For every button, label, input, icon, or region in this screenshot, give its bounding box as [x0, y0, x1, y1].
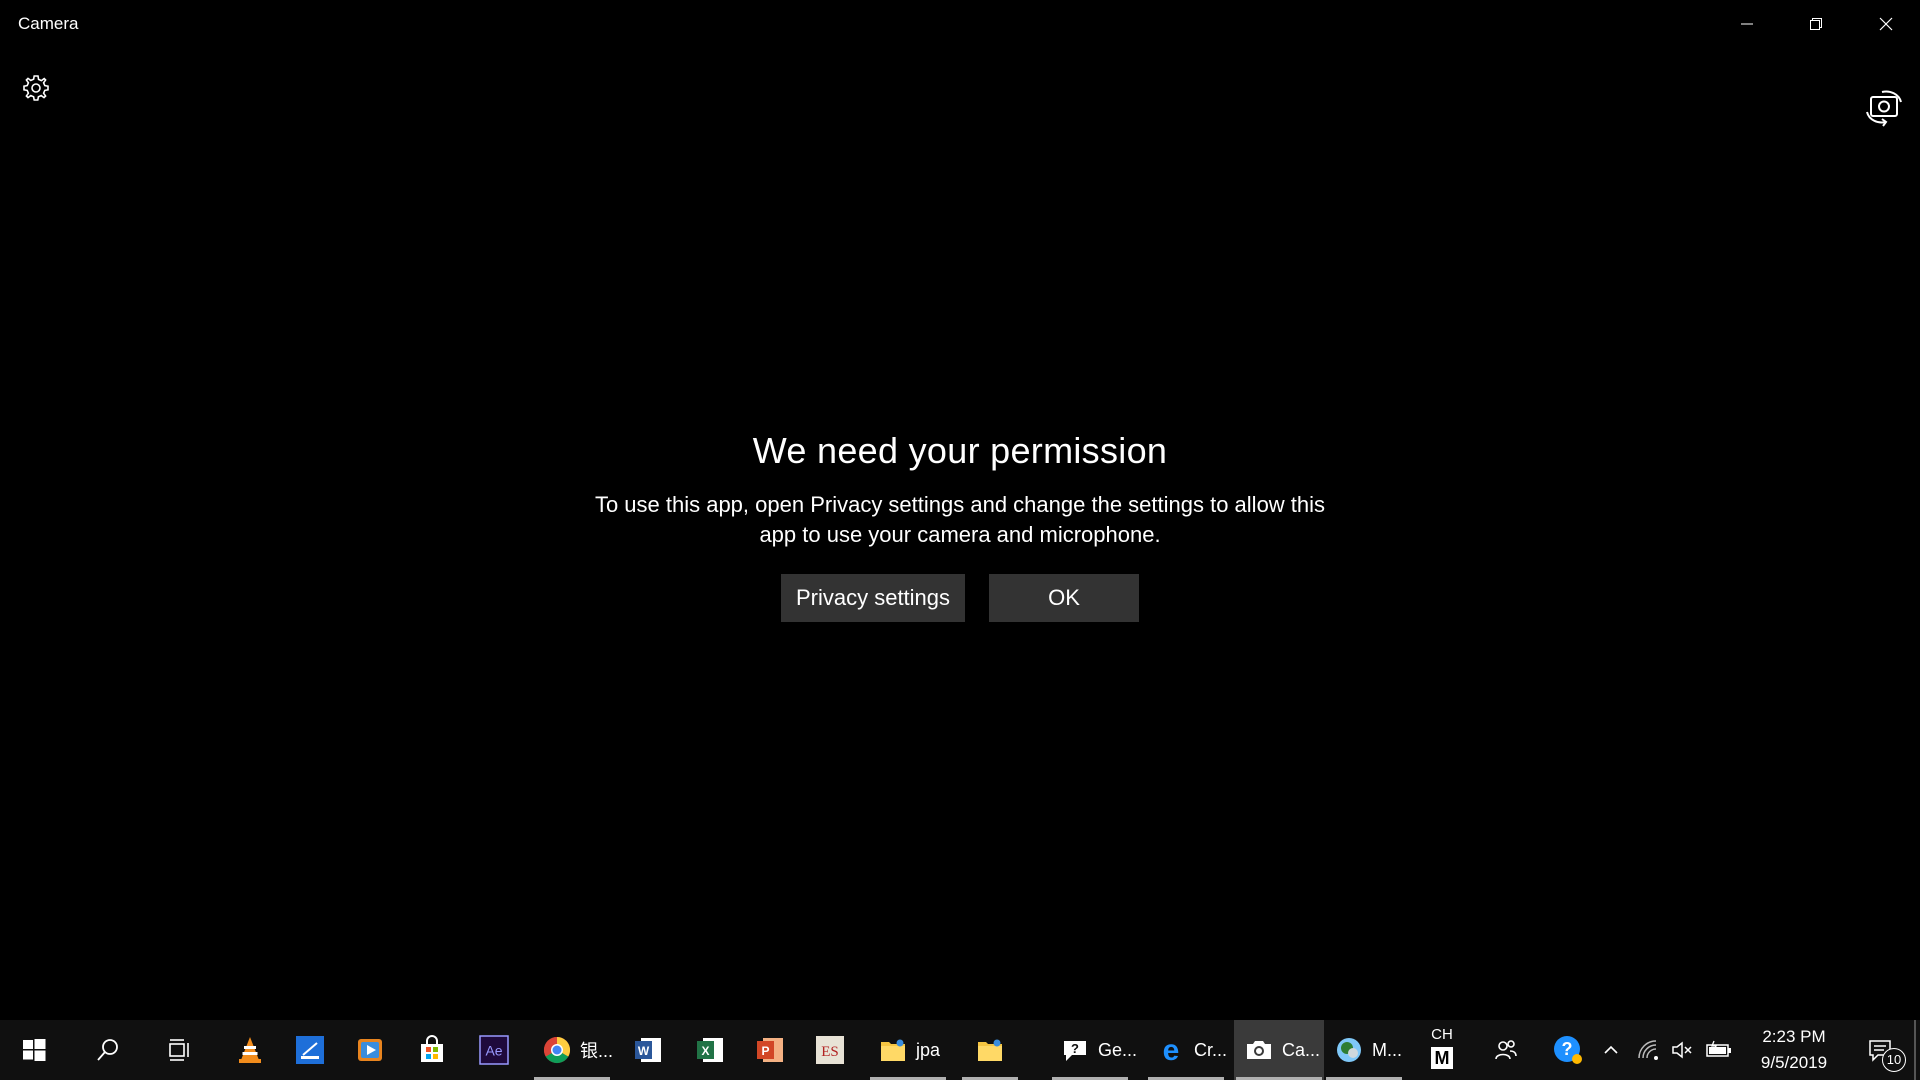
search-icon — [93, 1035, 123, 1065]
taskbar-chrome[interactable]: 银... — [532, 1020, 614, 1080]
taskbar-vlc[interactable] — [220, 1020, 280, 1080]
taskbar-label: M... — [1372, 1039, 1402, 1060]
after-effects-icon: Ae — [479, 1035, 509, 1065]
taskbar: Ae 银... W X P ES jpa ? Ge... e Cr... Ca.… — [0, 1020, 1920, 1080]
svg-text:Ae: Ae — [485, 1043, 502, 1059]
battery-button[interactable] — [1702, 1020, 1736, 1080]
minimize-icon — [1740, 23, 1753, 25]
movies-tv-icon — [355, 1035, 385, 1065]
word-icon: W — [633, 1035, 663, 1065]
svg-text:?: ? — [1071, 1041, 1079, 1056]
camera-icon — [1244, 1035, 1274, 1065]
input-method-indicator[interactable]: CH M — [1424, 1020, 1460, 1080]
volume-muted-icon — [1672, 1041, 1692, 1059]
taskbar-label: Ge... — [1098, 1039, 1138, 1060]
svg-text:ES: ES — [821, 1044, 839, 1060]
taskbar-movies[interactable] — [340, 1020, 400, 1080]
store-icon — [417, 1035, 447, 1065]
taskbar-store[interactable] — [402, 1020, 462, 1080]
taskbar-es-app[interactable]: ES — [800, 1020, 860, 1080]
permission-message: To use this app, open Privacy settings a… — [594, 492, 1326, 547]
taskbar-folder-2[interactable] — [960, 1020, 1020, 1080]
people-button[interactable] — [1486, 1020, 1526, 1080]
es-app-icon: ES — [815, 1035, 845, 1065]
notification-count-badge: 10 — [1882, 1048, 1906, 1072]
window-title: Camera — [18, 14, 79, 33]
permission-dialog: We need your permission To use this app,… — [560, 430, 1360, 622]
taskbar-edge[interactable]: e Cr... — [1146, 1020, 1228, 1080]
svg-text:e: e — [1163, 1035, 1180, 1065]
powerpoint-icon: P — [755, 1035, 785, 1065]
battery-charging-icon — [1706, 1040, 1731, 1057]
taskbar-camera[interactable]: Ca... — [1234, 1020, 1324, 1080]
taskbar-maps[interactable]: M... — [1324, 1020, 1404, 1080]
task-view-icon — [165, 1035, 195, 1065]
restore-button[interactable] — [1781, 0, 1850, 48]
search-button[interactable] — [78, 1020, 138, 1080]
edge-icon: e — [1156, 1035, 1186, 1065]
task-view-button[interactable] — [150, 1020, 210, 1080]
taskbar-label: 银... — [580, 1041, 614, 1061]
dialog-buttons: Privacy settings OK — [560, 574, 1360, 622]
taskbar-scanner[interactable] — [280, 1020, 340, 1080]
svg-text:P: P — [761, 1044, 769, 1058]
clock-date: 9/5/2019 — [1760, 1053, 1828, 1072]
permission-heading: We need your permission — [752, 430, 1168, 471]
svg-text:X: X — [701, 1044, 709, 1058]
title-bar[interactable]: Camera — [0, 0, 1920, 48]
taskbar-after-effects[interactable]: Ae — [464, 1020, 524, 1080]
windows-logo-icon — [19, 1035, 49, 1065]
action-center-button[interactable]: 10 — [1852, 1020, 1908, 1080]
minimize-button[interactable] — [1712, 0, 1781, 48]
taskbar-folder-jpa[interactable]: jpa — [868, 1020, 948, 1080]
taskbar-excel[interactable]: X — [680, 1020, 740, 1080]
maps-icon — [1334, 1035, 1364, 1065]
clock[interactable]: 2:23 PM 9/5/2019 — [1742, 1020, 1846, 1080]
start-button[interactable] — [4, 1020, 64, 1080]
clock-time: 2:23 PM — [1762, 1027, 1826, 1046]
svg-text:?: ? — [1562, 1039, 1573, 1059]
input-language: CH — [1431, 1026, 1453, 1043]
people-icon — [1495, 1040, 1517, 1060]
show-hidden-icons-button[interactable] — [1596, 1020, 1626, 1080]
ok-button[interactable]: OK — [989, 574, 1139, 622]
help-icon: ? — [1554, 1036, 1582, 1064]
taskbar-get-help[interactable]: ? Ge... — [1050, 1020, 1137, 1080]
chrome-icon — [542, 1035, 572, 1065]
vlc-icon — [235, 1035, 265, 1065]
folder-icon — [975, 1035, 1005, 1065]
input-mode: M — [1431, 1047, 1453, 1069]
switch-camera-button[interactable] — [1862, 86, 1906, 130]
scan-icon — [295, 1035, 325, 1065]
close-icon — [1879, 17, 1892, 31]
show-desktop-button[interactable] — [1914, 1020, 1916, 1080]
restore-icon — [1809, 18, 1822, 30]
camera-window: Camera We need your permission To use th… — [0, 0, 1920, 1020]
svg-text:W: W — [638, 1044, 650, 1058]
help-chat-icon: ? — [1060, 1035, 1090, 1065]
help-tray-button[interactable]: ? — [1546, 1020, 1590, 1080]
excel-icon: X — [695, 1035, 725, 1065]
chevron-up-icon — [1604, 1045, 1618, 1054]
close-button[interactable] — [1851, 0, 1920, 48]
taskbar-label: Cr... — [1194, 1039, 1228, 1060]
taskbar-word[interactable]: W — [618, 1020, 678, 1080]
network-button[interactable] — [1632, 1020, 1664, 1080]
switch-camera-icon — [1866, 90, 1902, 127]
wifi-icon — [1638, 1040, 1658, 1060]
folder-icon — [878, 1035, 908, 1065]
taskbar-powerpoint[interactable]: P — [740, 1020, 800, 1080]
taskbar-label: jpa — [916, 1039, 941, 1060]
privacy-settings-button[interactable]: Privacy settings — [781, 574, 965, 622]
volume-button[interactable] — [1666, 1020, 1698, 1080]
gear-icon — [23, 75, 49, 101]
settings-button[interactable] — [16, 68, 56, 108]
taskbar-label: Ca... — [1282, 1039, 1321, 1060]
